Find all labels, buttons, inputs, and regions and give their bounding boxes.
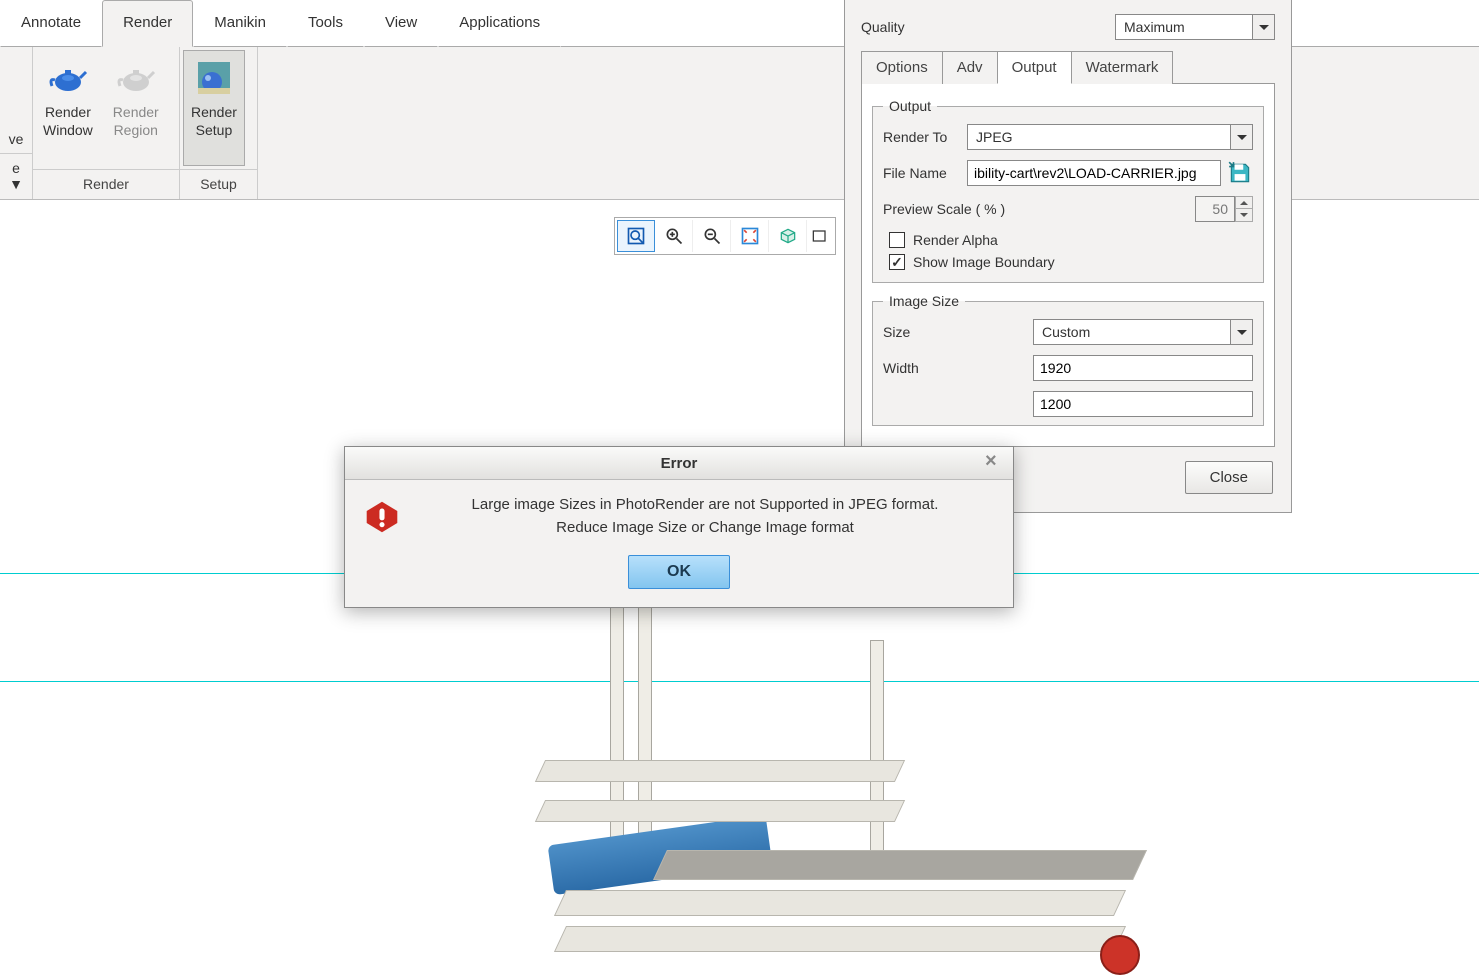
render-window-button[interactable]: Render Window [33, 47, 103, 169]
error-title: Error [661, 455, 698, 472]
tab-tools[interactable]: Tools [287, 0, 364, 47]
zoom-in-icon[interactable] [655, 220, 693, 252]
render-region-button[interactable]: Render Region [103, 47, 169, 169]
display-style-icon[interactable] [769, 220, 807, 252]
browse-save-icon[interactable] [1227, 160, 1253, 186]
render-subtab-bar: Options Adv Output Watermark [861, 50, 1275, 83]
zoom-fit-icon[interactable] [617, 220, 655, 252]
quality-value: Maximum [1116, 19, 1252, 35]
size-value: Custom [1034, 324, 1230, 340]
width-input[interactable] [1033, 355, 1253, 381]
tab-view[interactable]: View [364, 0, 438, 47]
show-boundary-label: Show Image Boundary [913, 254, 1055, 270]
teapot-blue-icon [48, 57, 88, 99]
dropdown-arrow-icon [1230, 125, 1252, 149]
image-size-legend: Image Size [883, 293, 965, 309]
image-size-fieldset: Image Size Size Custom Width [872, 293, 1264, 426]
render-to-value: JPEG [968, 129, 1230, 145]
error-ok-button[interactable]: OK [628, 555, 730, 589]
panel-close-button[interactable]: Close [1185, 461, 1273, 494]
subtab-output[interactable]: Output [997, 51, 1072, 84]
render-setup-button[interactable]: Render Setup [183, 50, 245, 166]
preview-scale-label: Preview Scale ( % ) [883, 201, 1195, 217]
file-name-input[interactable] [967, 160, 1221, 186]
file-name-label: File Name [883, 165, 967, 181]
width-label: Width [883, 360, 1033, 376]
subtab-options[interactable]: Options [861, 51, 943, 84]
render-region-label: Render Region [113, 103, 159, 139]
render-to-label: Render To [883, 129, 967, 145]
error-message: Large image Sizes in PhotoRender are not… [417, 494, 993, 539]
error-icon [365, 500, 399, 534]
refit-icon[interactable] [731, 220, 769, 252]
checkbox-checked-icon [889, 254, 905, 270]
checkbox-unchecked-icon [889, 232, 905, 248]
show-boundary-checkbox[interactable]: Show Image Boundary [889, 254, 1253, 270]
ribbon-group-render-label: Render [33, 169, 179, 199]
tab-render[interactable]: Render [102, 0, 193, 47]
zoom-out-icon[interactable] [693, 220, 731, 252]
toolbar-overflow-icon[interactable] [807, 220, 833, 252]
error-dialog: Error × Large image Sizes in PhotoRender… [344, 446, 1014, 608]
size-select[interactable]: Custom [1033, 319, 1253, 345]
output-legend: Output [883, 98, 937, 114]
render-alpha-label: Render Alpha [913, 232, 998, 248]
dropdown-arrow-icon [1252, 15, 1274, 39]
tab-applications[interactable]: Applications [438, 0, 561, 47]
render-setup-icon [194, 57, 234, 99]
output-fieldset: Output Render To JPEG File Name [872, 98, 1264, 283]
ribbon-group-setup-label: Setup [180, 169, 257, 199]
tab-manikin[interactable]: Manikin [193, 0, 287, 47]
render-setup-label: Render Setup [191, 103, 237, 139]
ribbon-partial-dropdown[interactable]: e ▼ [0, 153, 32, 199]
preview-scale-value [1195, 196, 1235, 222]
dropdown-arrow-icon [1230, 320, 1252, 344]
cad-model [480, 600, 1160, 980]
render-setup-panel: Quality Maximum Options Adv Output Water… [844, 0, 1292, 513]
quality-label: Quality [861, 19, 991, 35]
height-input[interactable] [1033, 391, 1253, 417]
error-close-icon[interactable]: × [985, 453, 1003, 471]
tab-annotate[interactable]: Annotate [0, 0, 102, 47]
render-window-label: Render Window [43, 103, 93, 139]
teapot-gray-icon [116, 57, 156, 99]
render-to-select[interactable]: JPEG [967, 124, 1253, 150]
subtab-watermark[interactable]: Watermark [1071, 51, 1174, 84]
render-alpha-checkbox[interactable]: Render Alpha [889, 232, 1253, 248]
ribbon-partial-left: ve [0, 47, 32, 153]
preview-scale-spinner[interactable] [1235, 196, 1253, 222]
view-mini-toolbar [614, 217, 836, 255]
subtab-adv[interactable]: Adv [942, 51, 998, 84]
output-subpanel: Output Render To JPEG File Name [861, 83, 1275, 447]
error-titlebar: Error × [345, 447, 1013, 480]
size-label: Size [883, 324, 1033, 340]
quality-select[interactable]: Maximum [1115, 14, 1275, 40]
